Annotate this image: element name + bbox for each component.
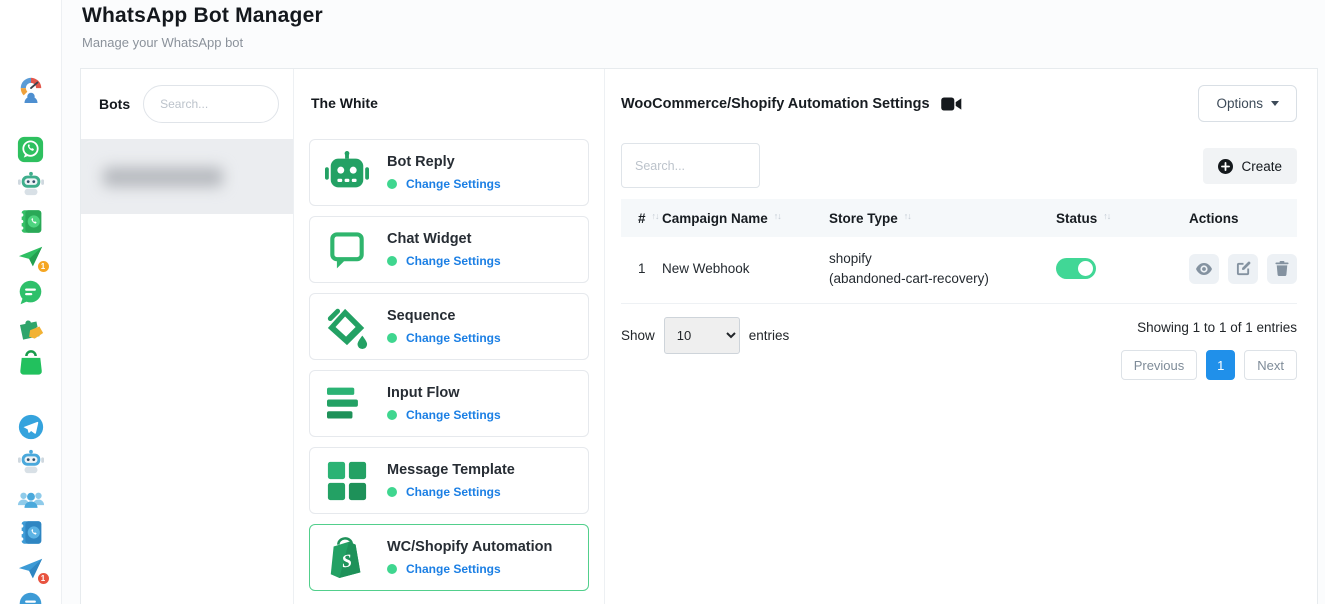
page-size-select[interactable]: 10	[664, 317, 740, 354]
campaign-name-cell: New Webhook	[662, 261, 829, 276]
whatsapp-shop-icon[interactable]	[15, 347, 47, 377]
show-label: Show	[621, 328, 655, 343]
plus-circle-icon	[1218, 159, 1233, 174]
bots-search-input[interactable]	[143, 85, 279, 123]
previous-page-button[interactable]: Previous	[1121, 350, 1198, 380]
store-type-cell: shopify (abandoned-cart-recovery)	[829, 249, 1056, 288]
whatsapp-bot-manager-page: 1	[0, 0, 1325, 604]
options-button[interactable]: Options	[1198, 85, 1297, 122]
page-header: WhatsApp Bot Manager Manage your WhatsAp…	[82, 4, 323, 50]
automation-table: #↑↓ Campaign Name↑↓ Store Type↑↓ Status↑…	[621, 199, 1297, 304]
status-dot-icon	[387, 333, 397, 343]
bot-list-item-selected[interactable]	[81, 139, 293, 214]
edit-pencil-icon	[1236, 261, 1251, 276]
status-dot-icon	[387, 564, 397, 574]
module-card-chat-widget[interactable]: Chat Widget Change Settings	[309, 216, 589, 283]
module-title: Chat Widget	[387, 231, 501, 247]
status-dot-icon	[387, 256, 397, 266]
module-title: WC/Shopify Automation	[387, 539, 552, 555]
column-header-status[interactable]: Status↑↓	[1056, 211, 1189, 226]
whatsapp-contacts-icon[interactable]	[15, 206, 47, 236]
module-card-input-flow[interactable]: Input Flow Change Settings	[309, 370, 589, 437]
section-title: WooCommerce/Shopify Automation Settings	[621, 96, 930, 112]
video-camera-icon[interactable]	[941, 97, 962, 111]
automation-settings-panel: WooCommerce/Shopify Automation Settings …	[605, 69, 1317, 604]
bots-panel: Bots	[81, 69, 294, 604]
shopify-bag-icon: S	[324, 535, 370, 581]
bots-panel-header: Bots	[81, 69, 293, 139]
change-settings-link[interactable]: Change Settings	[406, 331, 501, 345]
column-header-store-type[interactable]: Store Type↑↓	[829, 211, 1056, 226]
telegram-campaign-icon[interactable]: 1	[15, 554, 47, 584]
module-title: Sequence	[387, 308, 501, 324]
whatsapp-chat-icon[interactable]	[15, 277, 47, 307]
bars-icon	[324, 381, 370, 427]
page-1-button[interactable]: 1	[1206, 350, 1235, 380]
chevron-down-icon	[1271, 101, 1279, 106]
table-search-input[interactable]	[621, 143, 760, 188]
column-header-campaign-name[interactable]: Campaign Name↑↓	[662, 211, 829, 226]
entries-label: entries	[749, 328, 790, 343]
table-row: 1 New Webhook shopify (abandoned-cart-re…	[621, 237, 1297, 304]
change-settings-link[interactable]: Change Settings	[406, 408, 501, 422]
telegram-contacts-icon[interactable]	[15, 517, 47, 547]
modules-panel: The White Bot Reply	[294, 69, 605, 604]
pagination: Previous 1 Next	[1121, 350, 1297, 380]
dashboard-icon[interactable]	[15, 74, 47, 104]
telegram-chat-icon[interactable]	[15, 589, 47, 604]
module-card-sequence[interactable]: Sequence Change Settings	[309, 293, 589, 360]
page-title: WhatsApp Bot Manager	[82, 4, 323, 28]
trash-icon	[1275, 261, 1289, 276]
status-dot-icon	[387, 487, 397, 497]
create-button[interactable]: Create	[1203, 148, 1297, 184]
bots-label: Bots	[99, 96, 130, 112]
module-card-wc-shopify-automation[interactable]: S WC/Shopify Automation Change Settings	[309, 524, 589, 591]
whatsapp-bot-icon[interactable]	[15, 169, 47, 199]
column-header-actions: Actions	[1189, 211, 1297, 226]
bot-name-title: The White	[311, 95, 589, 111]
chat-bubble-icon	[324, 227, 370, 273]
eye-icon	[1196, 263, 1212, 275]
change-settings-link[interactable]: Change Settings	[406, 177, 501, 191]
telegram-groups-icon[interactable]	[15, 484, 47, 514]
sort-icon[interactable]: ↑↓	[774, 211, 781, 221]
toggle-knob	[1078, 261, 1093, 276]
change-settings-link[interactable]: Change Settings	[406, 562, 501, 576]
robot-icon	[324, 150, 370, 196]
view-button[interactable]	[1189, 254, 1219, 284]
bot-name-redacted	[103, 167, 223, 187]
edit-button[interactable]	[1228, 254, 1258, 284]
telegram-campaign-badge: 1	[37, 572, 50, 585]
module-title: Message Template	[387, 462, 515, 478]
change-settings-link[interactable]: Change Settings	[406, 485, 501, 499]
status-dot-icon	[387, 179, 397, 189]
telegram-bot-icon[interactable]	[15, 447, 47, 477]
status-dot-icon	[387, 410, 397, 420]
telegram-icon[interactable]	[15, 412, 47, 442]
delete-button[interactable]	[1267, 254, 1297, 284]
module-title: Input Flow	[387, 385, 501, 401]
sort-icon[interactable]: ↑↓	[904, 211, 911, 221]
next-page-button[interactable]: Next	[1244, 350, 1297, 380]
sort-icon[interactable]: ↑↓	[1103, 211, 1110, 221]
row-number: 1	[621, 261, 662, 276]
whatsapp-icon[interactable]	[15, 134, 47, 164]
grid-icon	[324, 458, 370, 504]
showing-entries-text: Showing 1 to 1 of 1 entries	[1137, 320, 1297, 335]
whatsapp-campaign-badge: 1	[37, 260, 50, 273]
module-title: Bot Reply	[387, 154, 501, 170]
app-icon-sidebar: 1	[0, 0, 62, 604]
module-card-bot-reply[interactable]: Bot Reply Change Settings	[309, 139, 589, 206]
content-card: Bots The White	[80, 68, 1318, 604]
page-subtitle: Manage your WhatsApp bot	[82, 35, 323, 50]
column-header-num[interactable]: #↑↓	[621, 211, 662, 226]
table-header-row: #↑↓ Campaign Name↑↓ Store Type↑↓ Status↑…	[621, 199, 1297, 237]
whatsapp-campaign-icon[interactable]: 1	[15, 242, 47, 272]
whatsapp-integration-icon[interactable]	[15, 311, 47, 341]
sort-icon[interactable]: ↑↓	[652, 211, 659, 221]
module-card-message-template[interactable]: Message Template Change Settings	[309, 447, 589, 514]
paint-bucket-icon	[324, 304, 370, 350]
status-toggle[interactable]	[1056, 258, 1096, 279]
change-settings-link[interactable]: Change Settings	[406, 254, 501, 268]
